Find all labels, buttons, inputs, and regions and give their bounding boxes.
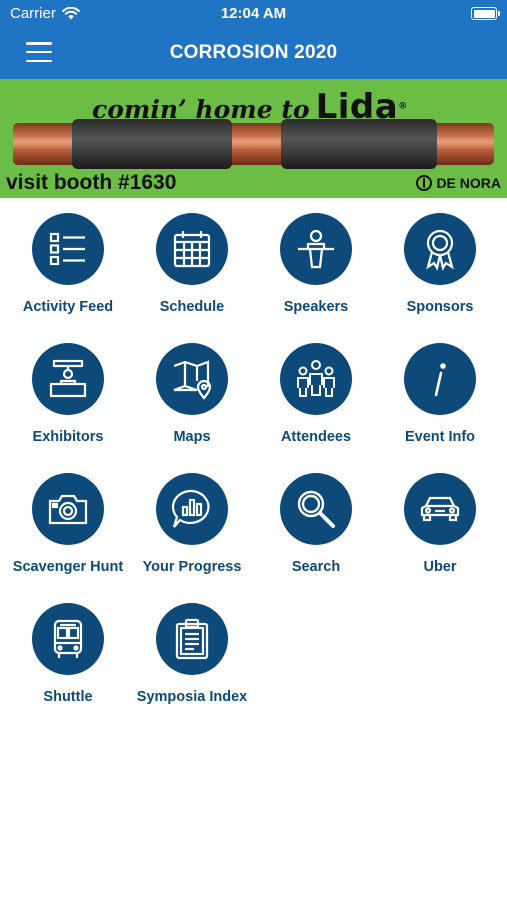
tile-label: Event Info — [404, 429, 476, 445]
tile-maps[interactable]: Maps — [129, 328, 255, 448]
page-title: CORROSION 2020 — [169, 42, 338, 63]
bus-icon — [32, 603, 104, 675]
anode-sleeve-right — [281, 119, 437, 169]
tile-label: Schedule — [159, 299, 225, 315]
tile-symposia-index[interactable]: Symposia Index — [129, 588, 255, 708]
tile-label: Shuttle — [43, 689, 93, 705]
chat-chart-icon — [156, 473, 228, 545]
clipboard-icon — [156, 603, 228, 675]
tile-label: Your Progress — [142, 559, 242, 575]
tile-speakers[interactable]: Speakers — [253, 198, 379, 318]
tile-attendees[interactable]: Attendees — [253, 328, 379, 448]
tile-label: Maps — [173, 429, 211, 445]
info-icon — [404, 343, 476, 415]
tile-exhibitors[interactable]: Exhibitors — [5, 328, 131, 448]
clock: 12:04 AM — [220, 5, 287, 22]
tile-label: Speakers — [283, 299, 349, 315]
tile-label: Scavenger Hunt — [12, 559, 124, 575]
award-ribbon-icon — [404, 213, 476, 285]
booth-icon — [32, 343, 104, 415]
tile-shuttle[interactable]: Shuttle — [5, 588, 131, 708]
denora-logo-icon — [416, 175, 433, 191]
denora-logo: DE NORA — [416, 175, 501, 191]
top-bar: Carrier 12:04 AM CORROSION 2020 — [0, 0, 507, 79]
tile-search[interactable]: Search — [253, 458, 379, 578]
battery-icon — [471, 7, 500, 20]
sponsor-banner[interactable]: comin’ home to Lida® visit booth #1630 DE… — [0, 79, 507, 198]
list-icon — [32, 213, 104, 285]
magnifier-icon — [280, 473, 352, 545]
tile-label: Uber — [423, 559, 457, 575]
tile-label: Exhibitors — [32, 429, 104, 445]
tile-your-progress[interactable]: Your Progress — [129, 458, 255, 578]
tile-activity-feed[interactable]: Activity Feed — [5, 198, 131, 318]
tile-sponsors[interactable]: Sponsors — [377, 198, 503, 318]
podium-icon — [280, 213, 352, 285]
car-icon — [404, 473, 476, 545]
tile-label: Activity Feed — [22, 299, 114, 315]
banner-booth-text: visit booth #1630 — [6, 171, 177, 194]
status-bar: Carrier 12:04 AM — [0, 0, 507, 28]
tile-label: Symposia Index — [136, 689, 248, 705]
tile-label: Attendees — [280, 429, 352, 445]
anode-sleeve-left — [72, 119, 232, 169]
tile-event-info[interactable]: Event Info — [377, 328, 503, 448]
camera-icon — [32, 473, 104, 545]
people-icon — [280, 343, 352, 415]
calendar-icon — [156, 213, 228, 285]
tile-uber[interactable]: Uber — [377, 458, 503, 578]
tile-label: Sponsors — [406, 299, 474, 315]
tile-scavenger-hunt[interactable]: Scavenger Hunt — [5, 458, 131, 578]
tile-schedule[interactable]: Schedule — [129, 198, 255, 318]
map-icon — [156, 343, 228, 415]
tile-label: Search — [291, 559, 341, 575]
